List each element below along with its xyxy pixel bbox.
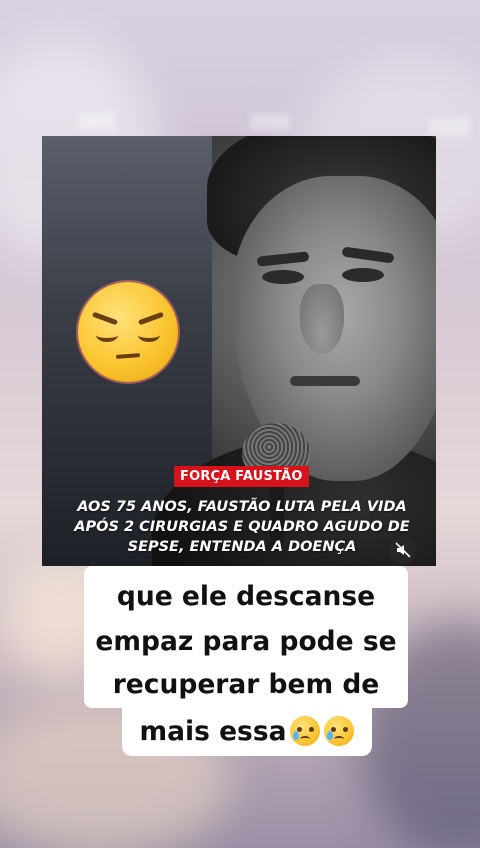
- background-light: [250, 114, 290, 130]
- background-light: [78, 112, 116, 130]
- headline-line: SEPSE, ENTENDA A DOENÇA: [127, 539, 357, 555]
- background-light: [430, 118, 470, 136]
- mute-button[interactable]: [389, 536, 417, 564]
- muted-speaker-icon: [395, 542, 411, 558]
- portrait-eye: [342, 268, 384, 282]
- tag-badge: FORÇA FAUSTÃO: [174, 466, 309, 487]
- post-headline: AOS 75 ANOS, FAUSTÃO LUTA PELA VIDA APÓS…: [56, 497, 428, 557]
- portrait-mouth: [290, 376, 360, 386]
- caption-line: recuperar bem de: [84, 660, 408, 708]
- portrait-nose: [300, 284, 344, 354]
- portrait-eye: [262, 270, 304, 284]
- caption-line: que ele descanse: [84, 566, 408, 626]
- headline-line: APÓS 2 CIRURGIAS E QUADRO AGUDO DE: [74, 519, 410, 535]
- face-holding-back-tears-icon: [324, 716, 355, 746]
- pensive-face-icon: [78, 282, 178, 382]
- face-holding-back-tears-icon: [290, 716, 321, 746]
- caption-line-last: mais essa: [122, 706, 372, 756]
- caption-line: empaz para pode se: [84, 618, 408, 664]
- story-screen: FORÇA FAUSTÃO AOS 75 ANOS, FAUSTÃO LUTA …: [0, 0, 480, 848]
- caption-text: mais essa: [139, 715, 287, 747]
- headline-line: AOS 75 ANOS, FAUSTÃO LUTA PELA VIDA: [77, 499, 407, 515]
